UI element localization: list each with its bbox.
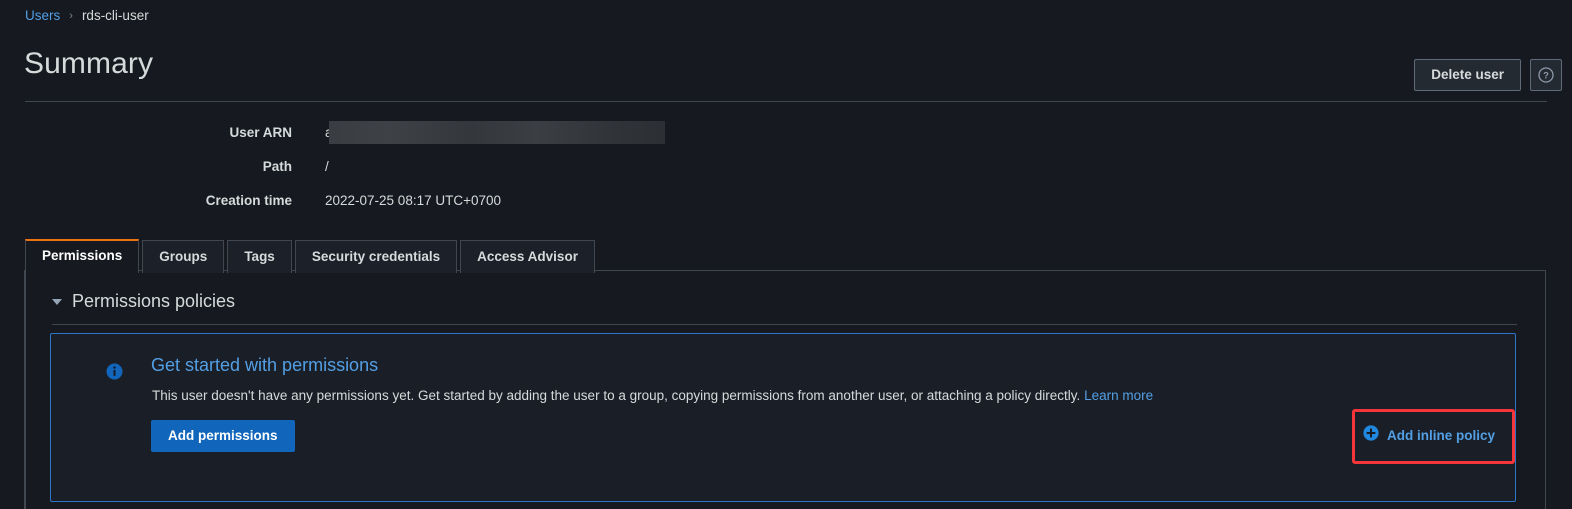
learn-more-link[interactable]: Learn more [1084, 388, 1153, 403]
plus-circle-icon [1363, 425, 1379, 446]
add-inline-policy-link[interactable]: Add inline policy [1363, 425, 1495, 446]
alert-body-text: This user doesn't have any permissions y… [152, 388, 1081, 403]
detail-row-path: Path / [0, 157, 1572, 191]
breadcrumb-link-users[interactable]: Users [25, 8, 60, 23]
alert-heading: Get started with permissions [151, 355, 379, 375]
permissions-tab-panel: Permissions policies Get started with pe… [25, 270, 1546, 509]
info-circle-icon [106, 363, 123, 385]
delete-user-button[interactable]: Delete user [1414, 59, 1521, 91]
tab-groups[interactable]: Groups [142, 240, 225, 273]
add-inline-policy-label: Add inline policy [1387, 428, 1496, 443]
section-divider [52, 324, 1517, 325]
tab-tags[interactable]: Tags [227, 240, 292, 273]
breadcrumb: Users › rds-cli-user [25, 8, 149, 23]
detail-value: / [325, 159, 329, 174]
svg-text:?: ? [1543, 71, 1549, 82]
header-actions: Delete user ? [1414, 59, 1562, 91]
detail-label: User ARN [229, 125, 292, 140]
tab-permissions[interactable]: Permissions [25, 239, 140, 274]
alert-body: This user doesn't have any permissions y… [152, 386, 1153, 406]
summary-details: User ARN a Path / Creation time 2022-07-… [0, 121, 1572, 225]
tab-list: Permissions Groups Tags Security credent… [25, 239, 598, 274]
add-permissions-button[interactable]: Add permissions [151, 420, 295, 452]
detail-row-creation-time: Creation time 2022-07-25 08:17 UTC+0700 [0, 191, 1572, 225]
help-button[interactable]: ? [1530, 59, 1562, 91]
chevron-down-icon[interactable] [52, 298, 62, 305]
detail-value: 2022-07-25 08:17 UTC+0700 [325, 193, 502, 208]
redaction-overlay [329, 121, 665, 144]
detail-label: Creation time [205, 193, 292, 208]
get-started-alert: Get started with permissions This user d… [50, 333, 1516, 502]
detail-label: Path [262, 159, 292, 174]
tab-access-advisor[interactable]: Access Advisor [460, 240, 595, 273]
detail-value: a [325, 121, 665, 144]
chevron-right-icon: › [69, 9, 73, 22]
page-title: Summary [24, 47, 154, 80]
user-arn-redacted: a [325, 121, 665, 144]
tab-security-credentials[interactable]: Security credentials [294, 240, 458, 273]
permissions-policies-section-header[interactable]: Permissions policies [52, 291, 235, 312]
detail-row-user-arn: User ARN a [0, 121, 1572, 157]
header-divider [25, 101, 1547, 102]
breadcrumb-current: rds-cli-user [81, 8, 149, 23]
section-title: Permissions policies [72, 291, 236, 311]
question-mark-icon: ? [1538, 67, 1554, 83]
